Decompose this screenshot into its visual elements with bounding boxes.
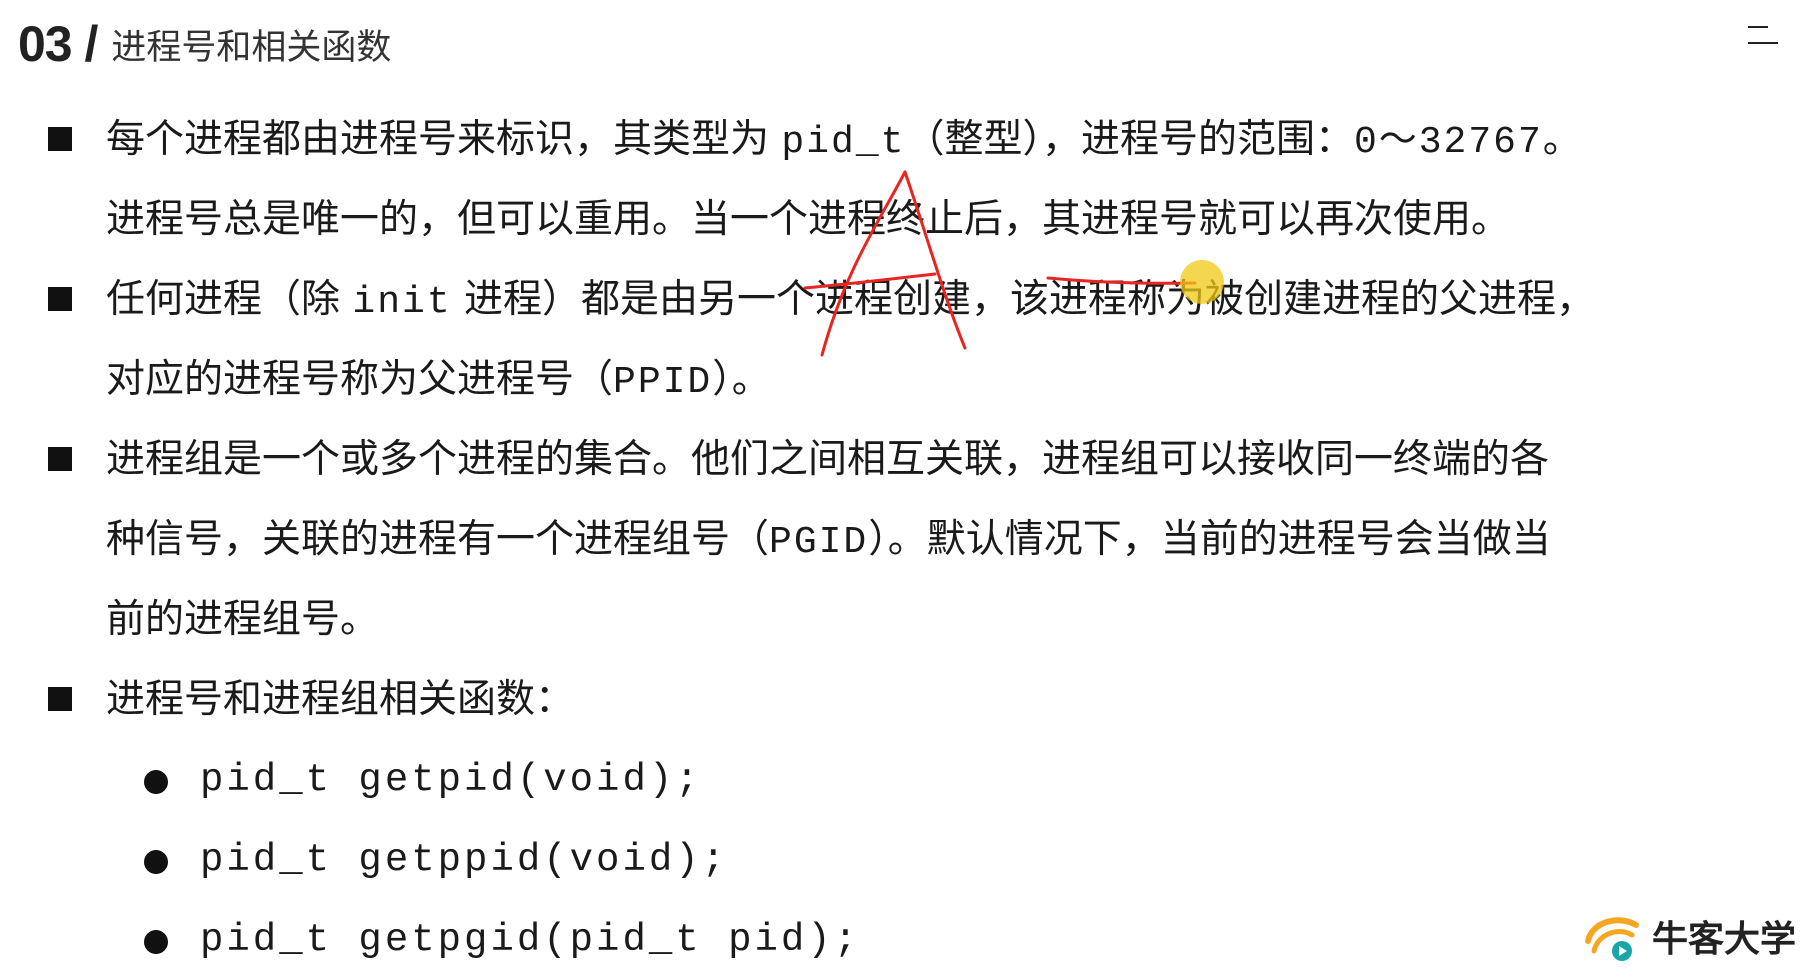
bullet-text: 进程）都是由另一个进程创建，该进程称为被创建进程的父进程，: [451, 277, 1596, 322]
function-item: pid_t getpgid(pid_t pid);: [0, 900, 1804, 980]
function-item: pid_t getppid(void);: [0, 820, 1804, 900]
bullet-item: 任何进程（除 init 进程）都是由另一个进程创建，该进程称为被创建进程的父进程…: [0, 260, 1746, 420]
bullet-item: 进程号和进程组相关函数：: [0, 660, 1746, 740]
function-item: pid_t getpid(void);: [0, 740, 1804, 820]
hamburger-menu-icon[interactable]: [1748, 26, 1778, 46]
function-signature: pid_t getppid(void);: [200, 838, 729, 882]
bullet-text: 进程组是一个或多个进程的集合。他们之间相互关联，进程组可以接收同一终端的各: [106, 437, 1550, 482]
square-bullet-icon: [48, 287, 72, 311]
bullet-line: 每个进程都由进程号来标识，其类型为 pid_t（整型），进程号的范围：0～327…: [106, 100, 1746, 180]
bullet-line: 前的进程组号。: [106, 580, 1746, 660]
bullet-text: 进程号总是唯一的，但可以重用。当一个进程终止后，其进程号就可以再次使用。: [106, 197, 1511, 242]
inline-code: pid_t: [781, 121, 906, 164]
bullet-text: 任何进程（除: [106, 277, 353, 322]
bullet-text: 种信号，关联的进程有一个进程组号（: [106, 517, 770, 562]
bullet-text: 前的进程组号。: [106, 597, 380, 642]
bullet-text: 进程号和进程组相关函数：: [106, 677, 575, 722]
section-title: 进程号和相关函数: [111, 27, 392, 68]
function-signature: pid_t getpgid(pid_t pid);: [200, 918, 861, 962]
round-bullet-icon: [144, 770, 168, 794]
square-bullet-icon: [48, 127, 72, 151]
bullet-text: 每个进程都由进程号来标识，其类型为: [106, 117, 782, 162]
brand-logo: 牛客大学: [1580, 910, 1796, 962]
bullet-text: （整型），进程号的范围：: [905, 117, 1354, 162]
bullet-item: 每个进程都由进程号来标识，其类型为 pid_t（整型），进程号的范围：0～327…: [0, 100, 1746, 260]
pointer-highlight-dot: [1180, 260, 1224, 304]
nowcoder-logo-icon: [1584, 917, 1639, 961]
logo-text: 牛客大学: [1651, 919, 1796, 960]
slide-content: 每个进程都由进程号来标识，其类型为 pid_t（整型），进程号的范围：0～327…: [0, 100, 1804, 980]
slide-header: 03 / 进程号和相关函数: [18, 8, 391, 80]
bullet-text: 对应的进程号称为父进程号（: [106, 357, 614, 402]
bullet-line: 任何进程（除 init 进程）都是由另一个进程创建，该进程称为被创建进程的父进程…: [106, 260, 1746, 340]
bullet-line: 对应的进程号称为父进程号（PPID）。: [106, 340, 1746, 420]
bullet-item: 进程组是一个或多个进程的集合。他们之间相互关联，进程组可以接收同一终端的各 种信号…: [0, 420, 1746, 660]
bullet-text: ）。默认情况下，当前的进程号会当做当: [868, 517, 1551, 562]
square-bullet-icon: [48, 447, 72, 471]
bullet-line: 进程号总是唯一的，但可以重用。当一个进程终止后，其进程号就可以再次使用。: [106, 180, 1746, 260]
bullet-line: 进程号和进程组相关函数：: [106, 660, 1746, 740]
square-bullet-icon: [48, 687, 72, 711]
inline-code: init: [352, 281, 452, 324]
section-number: 03 /: [18, 16, 98, 72]
function-signature: pid_t getpid(void);: [200, 758, 702, 802]
round-bullet-icon: [144, 850, 168, 874]
inline-code: PGID: [769, 521, 869, 564]
inline-code: PPID: [613, 361, 713, 404]
bullet-line: 种信号，关联的进程有一个进程组号（PGID）。默认情况下，当前的进程号会当做当: [106, 500, 1746, 580]
function-list: pid_t getpid(void); pid_t getppid(void); p…: [0, 740, 1804, 980]
bullet-text: ）。: [712, 357, 771, 402]
bullet-text: 。: [1542, 117, 1582, 162]
bullet-line: 进程组是一个或多个进程的集合。他们之间相互关联，进程组可以接收同一终端的各: [106, 420, 1746, 500]
round-bullet-icon: [144, 930, 168, 954]
inline-code: 0～32767: [1353, 121, 1543, 164]
